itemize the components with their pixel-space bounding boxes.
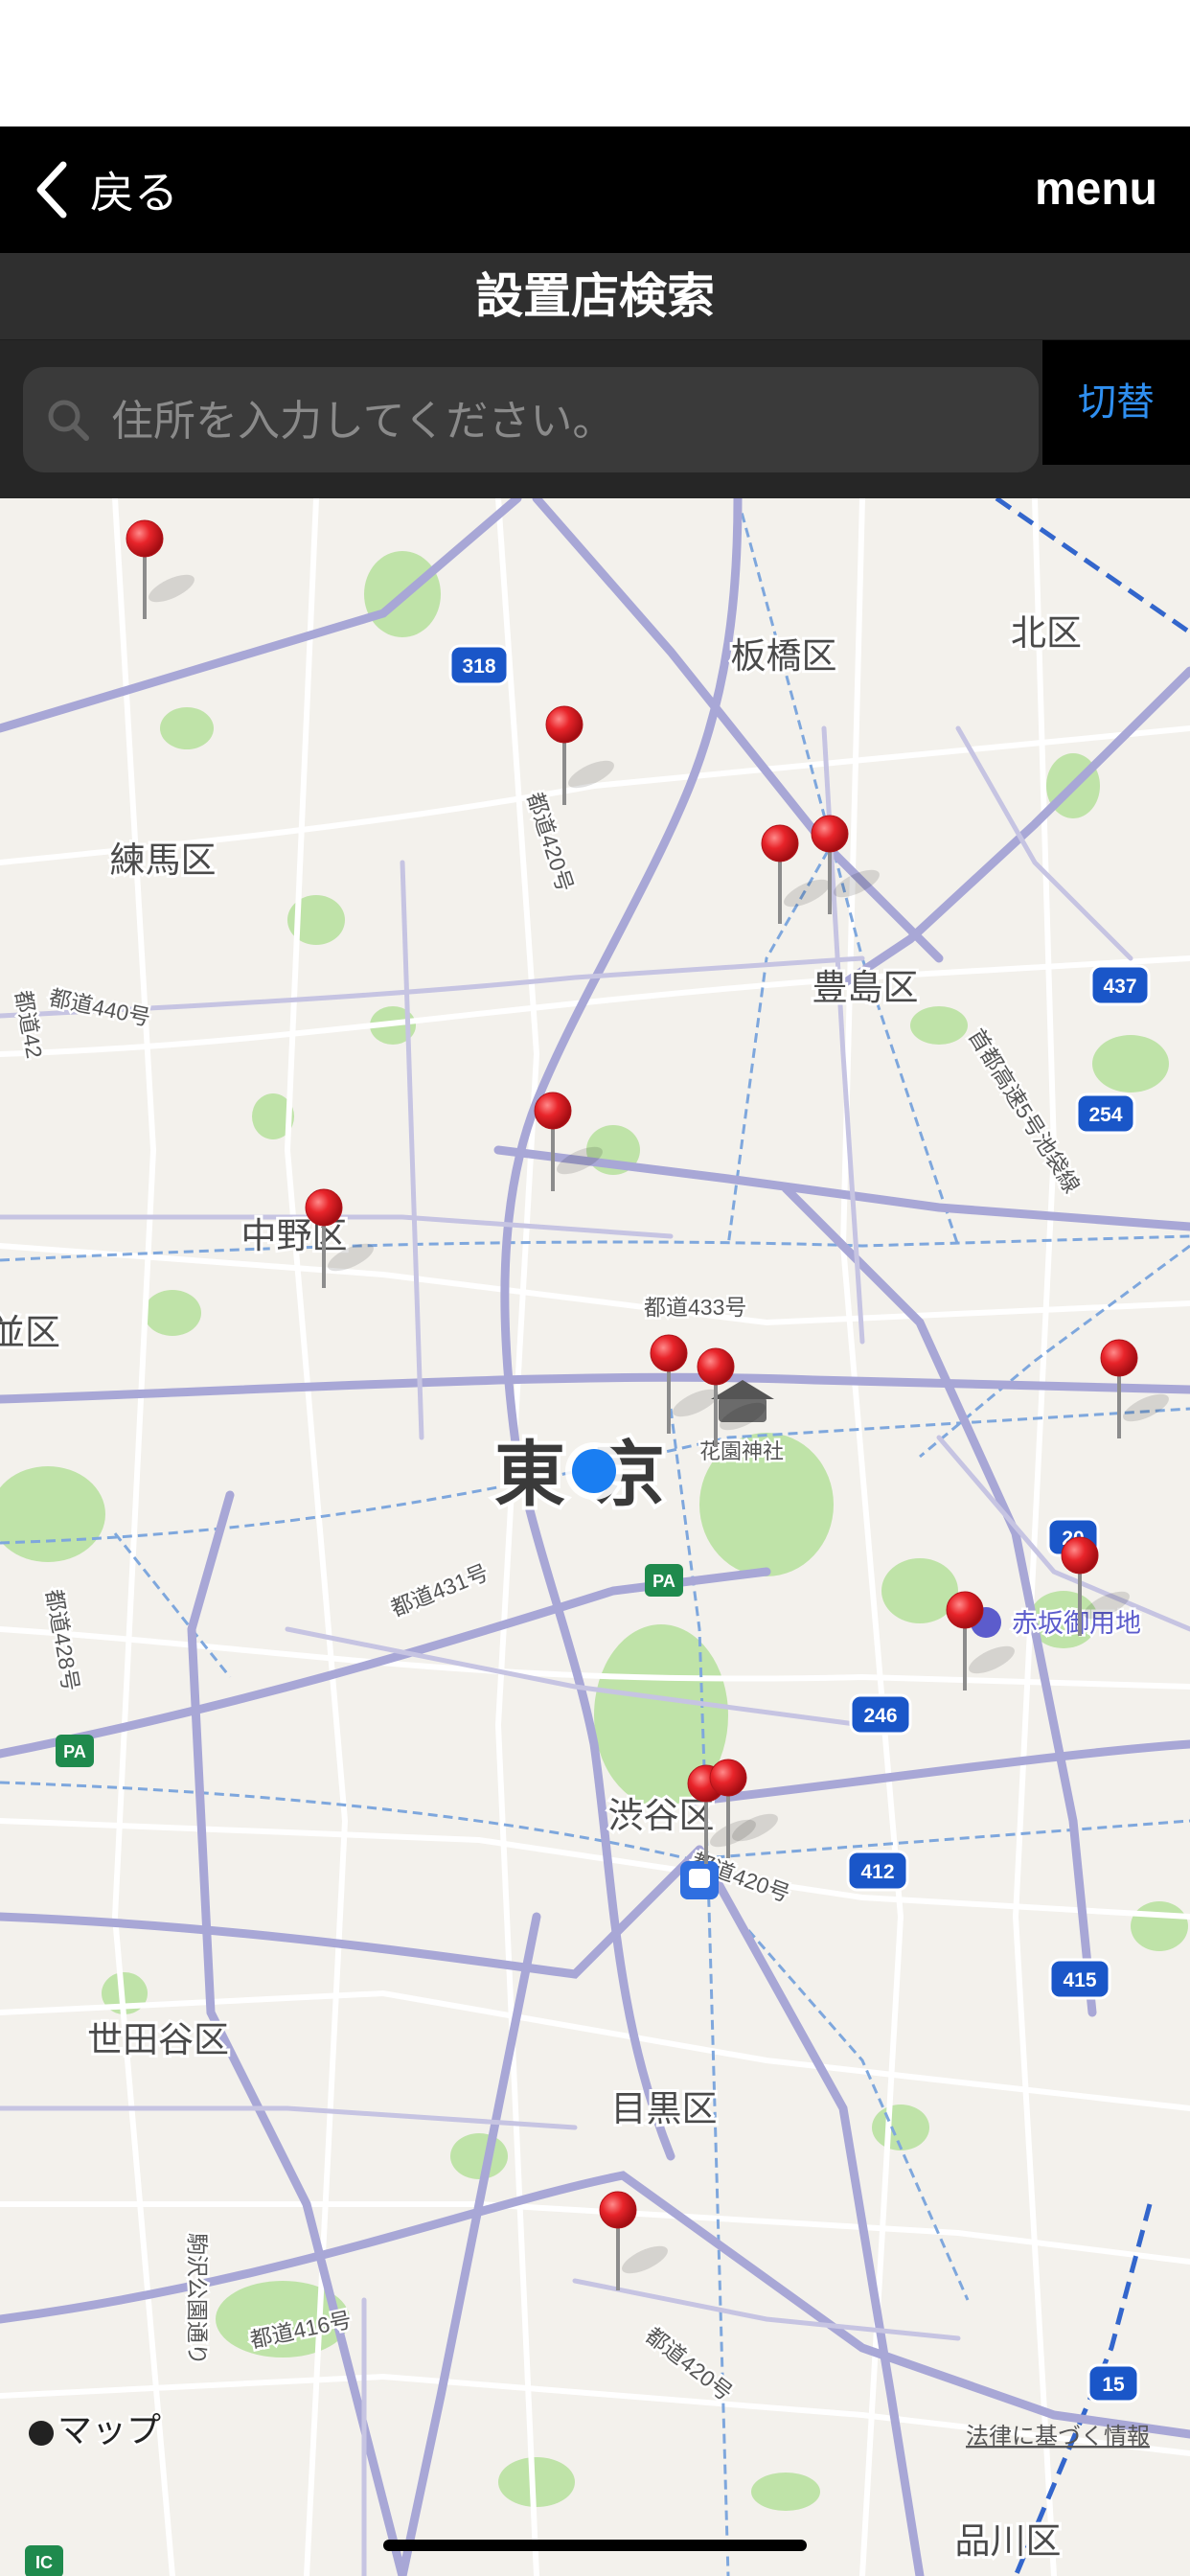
search-icon [48, 400, 89, 441]
ward-label: 板橋区 [731, 636, 837, 676]
menu-button[interactable]: menu [1035, 155, 1157, 224]
search-input[interactable] [109, 367, 1023, 474]
ward-label: 並区 [0, 1313, 60, 1352]
title-bar: 設置店検索 [0, 253, 1190, 340]
svg-text:318: 318 [462, 656, 495, 678]
legal-link[interactable]: 法律に基づく情報 [966, 2424, 1150, 2450]
poi-label: 花園神社 [699, 1439, 784, 1463]
svg-text:15: 15 [1102, 2374, 1125, 2396]
ward-label: 世田谷区 [87, 2020, 229, 2059]
route-shield: 254 [1075, 1092, 1136, 1135]
route-shield: 246 [849, 1693, 912, 1736]
ward-label: 北区 [1011, 613, 1082, 653]
toggle-view-button[interactable]: 切替 [1042, 340, 1190, 465]
svg-text:246: 246 [863, 1705, 897, 1727]
search-field[interactable] [23, 367, 1039, 474]
ic-badge: IC [25, 2545, 63, 2576]
route-shield: 412 [846, 1850, 909, 1892]
ward-label: 豊島区 [812, 968, 919, 1007]
ward-label: 練馬区 [110, 840, 217, 880]
navigation-bar: 戻る menu [0, 126, 1190, 253]
back-label: 戻る [90, 167, 178, 218]
ward-label: 目黒区 [611, 2089, 718, 2128]
chevron-left-icon [36, 161, 67, 218]
route-shield: 437 [1089, 964, 1151, 1006]
svg-text:412: 412 [860, 1861, 894, 1883]
train-station-icon [680, 1861, 719, 1899]
home-indicator [383, 2540, 807, 2551]
map-view[interactable]: 318 437 254 20 246 412 415 15 PA PA IC 板… [0, 498, 1190, 2576]
search-bar: 切替 [0, 340, 1190, 498]
pa-badge: PA [56, 1735, 94, 1767]
user-location-dot [572, 1449, 616, 1493]
road-label: 都道433号 [644, 1295, 746, 1320]
ward-label: 渋谷区 [608, 1796, 715, 1835]
ward-label: 品川区 [955, 2521, 1062, 2561]
svg-text:IC: IC [35, 2553, 53, 2572]
svg-text:PA: PA [652, 1572, 675, 1591]
attribution-label: マップ [57, 2410, 161, 2450]
route-shield: 415 [1048, 1958, 1111, 2000]
pa-badge: PA [645, 1564, 683, 1597]
route-shield: 318 [448, 644, 510, 686]
status-bar [0, 0, 1190, 126]
user-location [565, 1442, 623, 1500]
page-title: 設置店検索 [475, 268, 715, 324]
svg-text:415: 415 [1063, 1969, 1096, 1991]
back-button[interactable]: 戻る [33, 155, 178, 224]
svg-text:PA: PA [63, 1742, 86, 1761]
route-shield: 15 [1087, 2363, 1140, 2404]
road-label: 駒沢公園通り [185, 2233, 210, 2365]
poi-label: 赤坂御用地 [1012, 1609, 1141, 1638]
svg-text:437: 437 [1103, 976, 1136, 998]
apple-logo-icon [29, 2421, 54, 2446]
svg-text:254: 254 [1088, 1104, 1122, 1126]
